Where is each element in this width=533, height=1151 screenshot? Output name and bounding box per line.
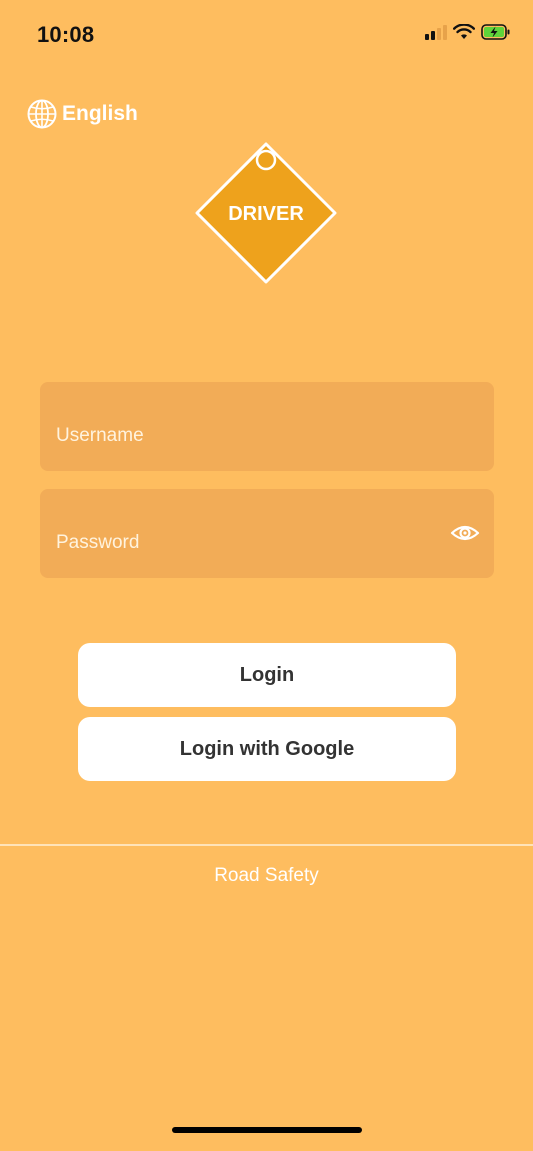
globe-icon	[27, 99, 57, 129]
login-screen: 10:08 English DRIVER Username Login Logi…	[0, 0, 533, 1151]
language-selector[interactable]: English	[26, 98, 138, 130]
eye-icon[interactable]	[450, 523, 480, 543]
driver-logo: DRIVER	[195, 142, 337, 284]
home-indicator[interactable]	[172, 1127, 362, 1133]
signal-icon	[425, 25, 447, 40]
logo-text: DRIVER	[228, 203, 304, 225]
wifi-icon	[453, 24, 475, 39]
language-label: English	[62, 102, 138, 125]
footer-text: Road Safety	[214, 865, 319, 886]
status-icons	[425, 24, 511, 40]
username-field-container	[40, 382, 494, 471]
password-input[interactable]	[54, 530, 438, 555]
divider	[0, 844, 533, 846]
username-input[interactable]	[54, 423, 438, 448]
battery-charging-icon	[481, 24, 510, 40]
password-field-container	[40, 489, 494, 578]
login-button[interactable]: Login	[78, 643, 456, 707]
status-time: 10:08	[37, 22, 95, 47]
status-bar: 10:08	[0, 0, 533, 70]
login-with-google-button[interactable]: Login with Google	[78, 717, 456, 781]
